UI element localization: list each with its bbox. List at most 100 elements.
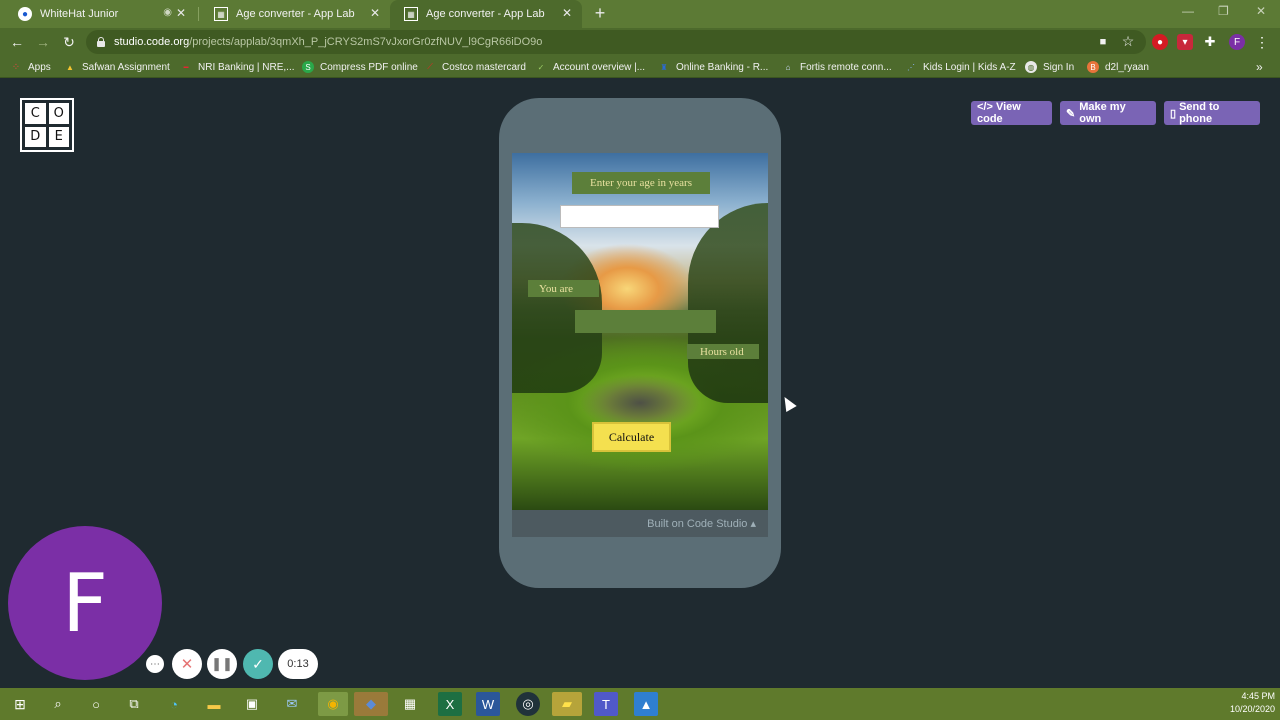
background-hill xyxy=(688,203,768,403)
webcam-avatar: F xyxy=(8,526,162,680)
star-bookmark-icon[interactable]: ☆ xyxy=(1119,32,1137,50)
tab-age-converter-2[interactable]: ▦ Age converter - App Lab ✕ xyxy=(390,0,582,28)
bookmark-favicon-icon: ━ xyxy=(183,62,189,72)
edit-icon: ✎ xyxy=(1066,107,1076,120)
whitehat-favicon-icon: ● xyxy=(18,7,32,21)
bookmark-account[interactable]: ✓ Account overview |... xyxy=(535,56,645,78)
age-input[interactable] xyxy=(560,205,719,228)
bookmark-online-banking[interactable]: ♜ Online Banking - R... xyxy=(658,56,768,78)
extension-red-icon[interactable]: ● xyxy=(1152,34,1168,50)
send-to-phone-button[interactable]: ▯ Send to phone xyxy=(1164,101,1260,125)
bookmark-favicon-icon: ⌂ xyxy=(785,62,791,72)
chrome-icon[interactable]: ◉ xyxy=(318,692,348,716)
restore-icon[interactable]: ❐ xyxy=(1218,4,1229,18)
more-options-icon[interactable]: ⋯ xyxy=(146,655,164,673)
built-on-code-studio[interactable]: Built on Code Studio ▴ xyxy=(512,510,768,537)
tab-title: Age converter - App Lab xyxy=(236,8,355,20)
camera-icon[interactable]: ■ xyxy=(1094,33,1112,51)
bookmark-fortis[interactable]: ⌂ Fortis remote conn... xyxy=(782,56,892,78)
recording-timer: 0:13 xyxy=(278,649,318,679)
reload-icon[interactable]: ↻ xyxy=(60,33,78,51)
bookmark-favicon-icon: ✓ xyxy=(537,62,545,72)
security-lock-icon[interactable]: ◎ xyxy=(516,692,540,716)
you-are-label: You are xyxy=(528,280,599,297)
bookmark-costco[interactable]: ⟋ Costco mastercard xyxy=(424,56,526,78)
taskbar-clock[interactable]: 4:45 PM 10/20/2020 xyxy=(1215,690,1275,716)
background-hill xyxy=(512,223,602,393)
vpn-app-icon[interactable]: ◆ xyxy=(354,692,388,716)
tab-strip: ● WhiteHat Junior ◉ ✕ ▦ Age converter - … xyxy=(0,0,1280,28)
bookmark-favicon-icon: B xyxy=(1087,61,1099,73)
tab-whitehat[interactable]: ● WhiteHat Junior ◉ ✕ xyxy=(4,0,196,28)
clock-time: 4:45 PM xyxy=(1241,691,1275,701)
bookmarks-overflow-icon[interactable]: » xyxy=(1256,56,1263,78)
word-icon[interactable]: W xyxy=(476,692,500,716)
photos-icon[interactable]: ▲ xyxy=(634,692,658,716)
close-tab-icon[interactable]: ✕ xyxy=(370,6,380,20)
windows-start-icon[interactable]: ⊞ xyxy=(8,692,32,716)
logo-letter: C xyxy=(25,103,46,124)
bookmark-sign-in[interactable]: ◍ Sign In xyxy=(1025,56,1074,78)
make-my-own-button[interactable]: ✎ Make my own xyxy=(1060,101,1156,125)
tab-separator xyxy=(198,7,199,21)
bookmark-safwan[interactable]: ▲ Safwan Assignment xyxy=(64,56,170,78)
bookmark-d2l[interactable]: Bd2l_ryaan xyxy=(1087,56,1149,78)
age-prompt-label: Enter your age in years xyxy=(572,172,710,194)
bookmark-favicon-icon: ⟋ xyxy=(427,62,433,71)
task-view-icon[interactable]: ⧉ xyxy=(122,692,146,716)
clock-date: 10/20/2020 xyxy=(1229,704,1275,714)
teams-icon[interactable]: T xyxy=(594,692,618,716)
bookmark-apps[interactable]: ⁘ Apps xyxy=(10,56,51,78)
bookmark-favicon-icon: ⋰ xyxy=(907,62,915,72)
close-window-icon[interactable]: ✕ xyxy=(1256,4,1266,18)
menu-kebab-icon[interactable]: ⋮ xyxy=(1254,34,1270,50)
view-code-button[interactable]: </> View code xyxy=(971,101,1052,125)
code-org-logo[interactable]: C O D E xyxy=(20,98,74,152)
apps-grid-icon: ⁘ xyxy=(11,61,21,73)
tab-age-converter-1[interactable]: ▦ Age converter - App Lab ✕ xyxy=(200,0,390,28)
logo-letter: E xyxy=(48,126,69,147)
discard-recording-icon[interactable]: ✕ xyxy=(172,649,202,679)
new-tab-icon[interactable]: + xyxy=(590,3,610,24)
minimize-icon[interactable]: — xyxy=(1182,4,1194,18)
hours-old-label: Hours old xyxy=(687,344,759,359)
finish-recording-icon[interactable]: ✓ xyxy=(243,649,273,679)
close-tab-icon[interactable]: ✕ xyxy=(562,6,572,20)
mouse-cursor-icon xyxy=(779,393,797,413)
address-bar[interactable]: studio.code.org/projects/applab/3qmXh_P_… xyxy=(86,30,1146,54)
phone-icon: ▯ xyxy=(1170,107,1177,120)
logo-letter: O xyxy=(48,103,69,124)
edge-icon[interactable]: ◔ xyxy=(162,692,186,716)
store-icon[interactable]: ▣ xyxy=(240,692,264,716)
extensions-puzzle-icon[interactable]: ✚ xyxy=(1202,34,1218,50)
applab-favicon-icon: ▦ xyxy=(214,7,228,21)
bookmark-favicon-icon: S xyxy=(302,61,314,73)
bookmark-nri[interactable]: ━ NRI Banking | NRE,... xyxy=(180,56,295,78)
bookmarks-bar: ⁘ Apps ▲ Safwan Assignment ━ NRI Banking | … xyxy=(0,56,1280,78)
bookmark-kids-login[interactable]: ⋰ Kids Login | Kids A-Z xyxy=(905,56,1016,78)
tab-title: Age converter - App Lab xyxy=(426,8,545,20)
bookmark-favicon-icon: ▲ xyxy=(66,62,74,72)
close-tab-icon[interactable]: ✕ xyxy=(176,6,186,20)
url-host: studio.code.org xyxy=(114,36,190,48)
url-path: /projects/applab/3qmXh_P_jCRYS2mS7vJxorG… xyxy=(189,36,543,48)
calculate-button[interactable]: Calculate xyxy=(592,422,671,452)
pause-recording-icon[interactable]: ❚❚ xyxy=(207,649,237,679)
forward-icon[interactable]: → xyxy=(34,33,52,51)
search-icon[interactable]: ⌕ xyxy=(46,692,70,716)
globe-icon: ◍ xyxy=(1025,61,1037,73)
tab-title: WhiteHat Junior xyxy=(40,8,119,20)
bookmark-favicon-icon: ♜ xyxy=(660,62,668,72)
cortana-icon[interactable]: ○ xyxy=(84,692,108,716)
excel-icon[interactable]: X xyxy=(438,692,462,716)
file-explorer-icon[interactable]: ▬ xyxy=(202,692,226,716)
back-icon[interactable]: ← xyxy=(8,33,26,51)
applab-favicon-icon: ▦ xyxy=(404,7,418,21)
sticky-notes-icon[interactable]: ▰ xyxy=(552,692,582,716)
calculator-icon[interactable]: ▦ xyxy=(398,692,422,716)
extension-pocket-icon[interactable]: ▾ xyxy=(1177,34,1193,50)
mail-icon[interactable]: ✉ xyxy=(280,692,304,716)
profile-avatar[interactable]: F xyxy=(1229,34,1245,50)
bookmark-compress-pdf[interactable]: S Compress PDF online xyxy=(302,56,418,78)
logo-letter: D xyxy=(25,126,46,147)
